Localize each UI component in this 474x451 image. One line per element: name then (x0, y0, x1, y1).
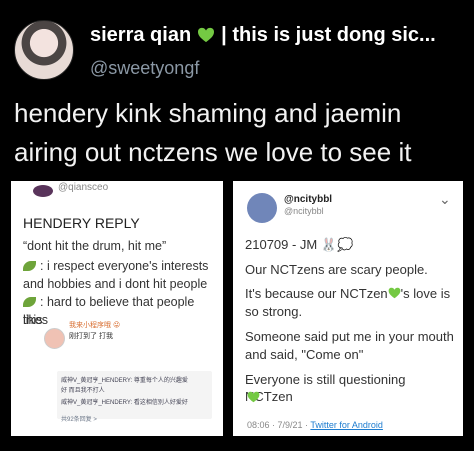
card-user-name[interactable]: @ncitybbl (284, 194, 332, 205)
reply-text: 威神V_黄冠亨_HENDERY: 看这相信别人好爱好 (61, 400, 188, 406)
card-text-line: Our NCTzens are scary people. (245, 262, 428, 277)
right-screenshot-card[interactable]: @ncitybbl @ncitybbl ⌄ 210709 - JM 🐰💭 Our… (233, 181, 463, 436)
more-replies-link[interactable]: 共92条回复 > (61, 414, 97, 423)
comment-text: 刚打到了 打我 (69, 333, 113, 340)
card-text-line: 210709 - JM 🐰💭 (245, 237, 354, 252)
green-heart-icon (198, 27, 215, 43)
green-heart-icon (247, 391, 260, 403)
author-handle[interactable]: @sweetyongf (90, 58, 199, 79)
quote-text: “dont hit the drum, hit me” (23, 239, 167, 253)
card-text-line: so strong. (245, 304, 303, 319)
author-suffix: | this is just dong sic... (221, 24, 436, 46)
card-text-line: and said, "Come on" (245, 347, 364, 362)
card-handle[interactable]: @ncitybbl (284, 206, 324, 216)
mini-avatar (33, 185, 53, 197)
tweet-text-line: airing out nctzens we love to see it (14, 137, 412, 167)
card-text-line: Someone said put me in your mouth (245, 329, 454, 344)
tweet-date: 08:06 · 7/9/21 · Twitter for Android (247, 420, 383, 430)
translation-line: and hobbies and i dont hit people (23, 277, 208, 291)
more-options-icon[interactable]: ⌄ (439, 191, 451, 208)
card-text-line: It's because our NCTzen's love is (245, 286, 451, 301)
green-heart-icon (388, 287, 401, 299)
client-source-link[interactable]: Twitter for Android (310, 420, 383, 430)
translation-line: : i respect everyone's interests (23, 257, 218, 275)
author-avatar[interactable] (14, 20, 74, 80)
author-display-name[interactable]: sierra qian | this is just dong sic... (90, 24, 436, 47)
tweet-text: hendery kink shaming and jaemin airing o… (14, 94, 464, 172)
card-title: HENDERY REPLY (23, 215, 140, 231)
card-text-line: Everyone is still questioning NCTzen (245, 372, 406, 404)
reply-thread: 威神V_黄冠亨_HENDERY: 尊重每个人的兴趣爱 好 而且我不打人 威神V_… (57, 371, 212, 419)
leaf-icon (23, 261, 36, 271)
commenter-avatar (44, 328, 65, 349)
tweet-text-line: hendery kink shaming and jaemin (14, 98, 402, 128)
tweet-header: sierra qian | this is just dong sic... @s… (14, 12, 464, 82)
card-handle: @qiansceo (58, 182, 109, 193)
commenter-name: 我来小程序哦 😜 (69, 322, 121, 329)
leaf-icon (23, 297, 36, 307)
reply-text: 好 而且我不打人 (61, 388, 105, 394)
left-screenshot-card[interactable]: @qiansceo HENDERY REPLY “dont hit the dr… (11, 181, 223, 436)
avatar[interactable] (247, 193, 277, 223)
weibo-comment: 我来小程序哦 😜 刚打到了 打我 (44, 320, 204, 349)
reply-text: 威神V_黄冠亨_HENDERY: 尊重每个人的兴趣爱 (61, 378, 188, 384)
author-name: sierra qian (90, 24, 192, 46)
